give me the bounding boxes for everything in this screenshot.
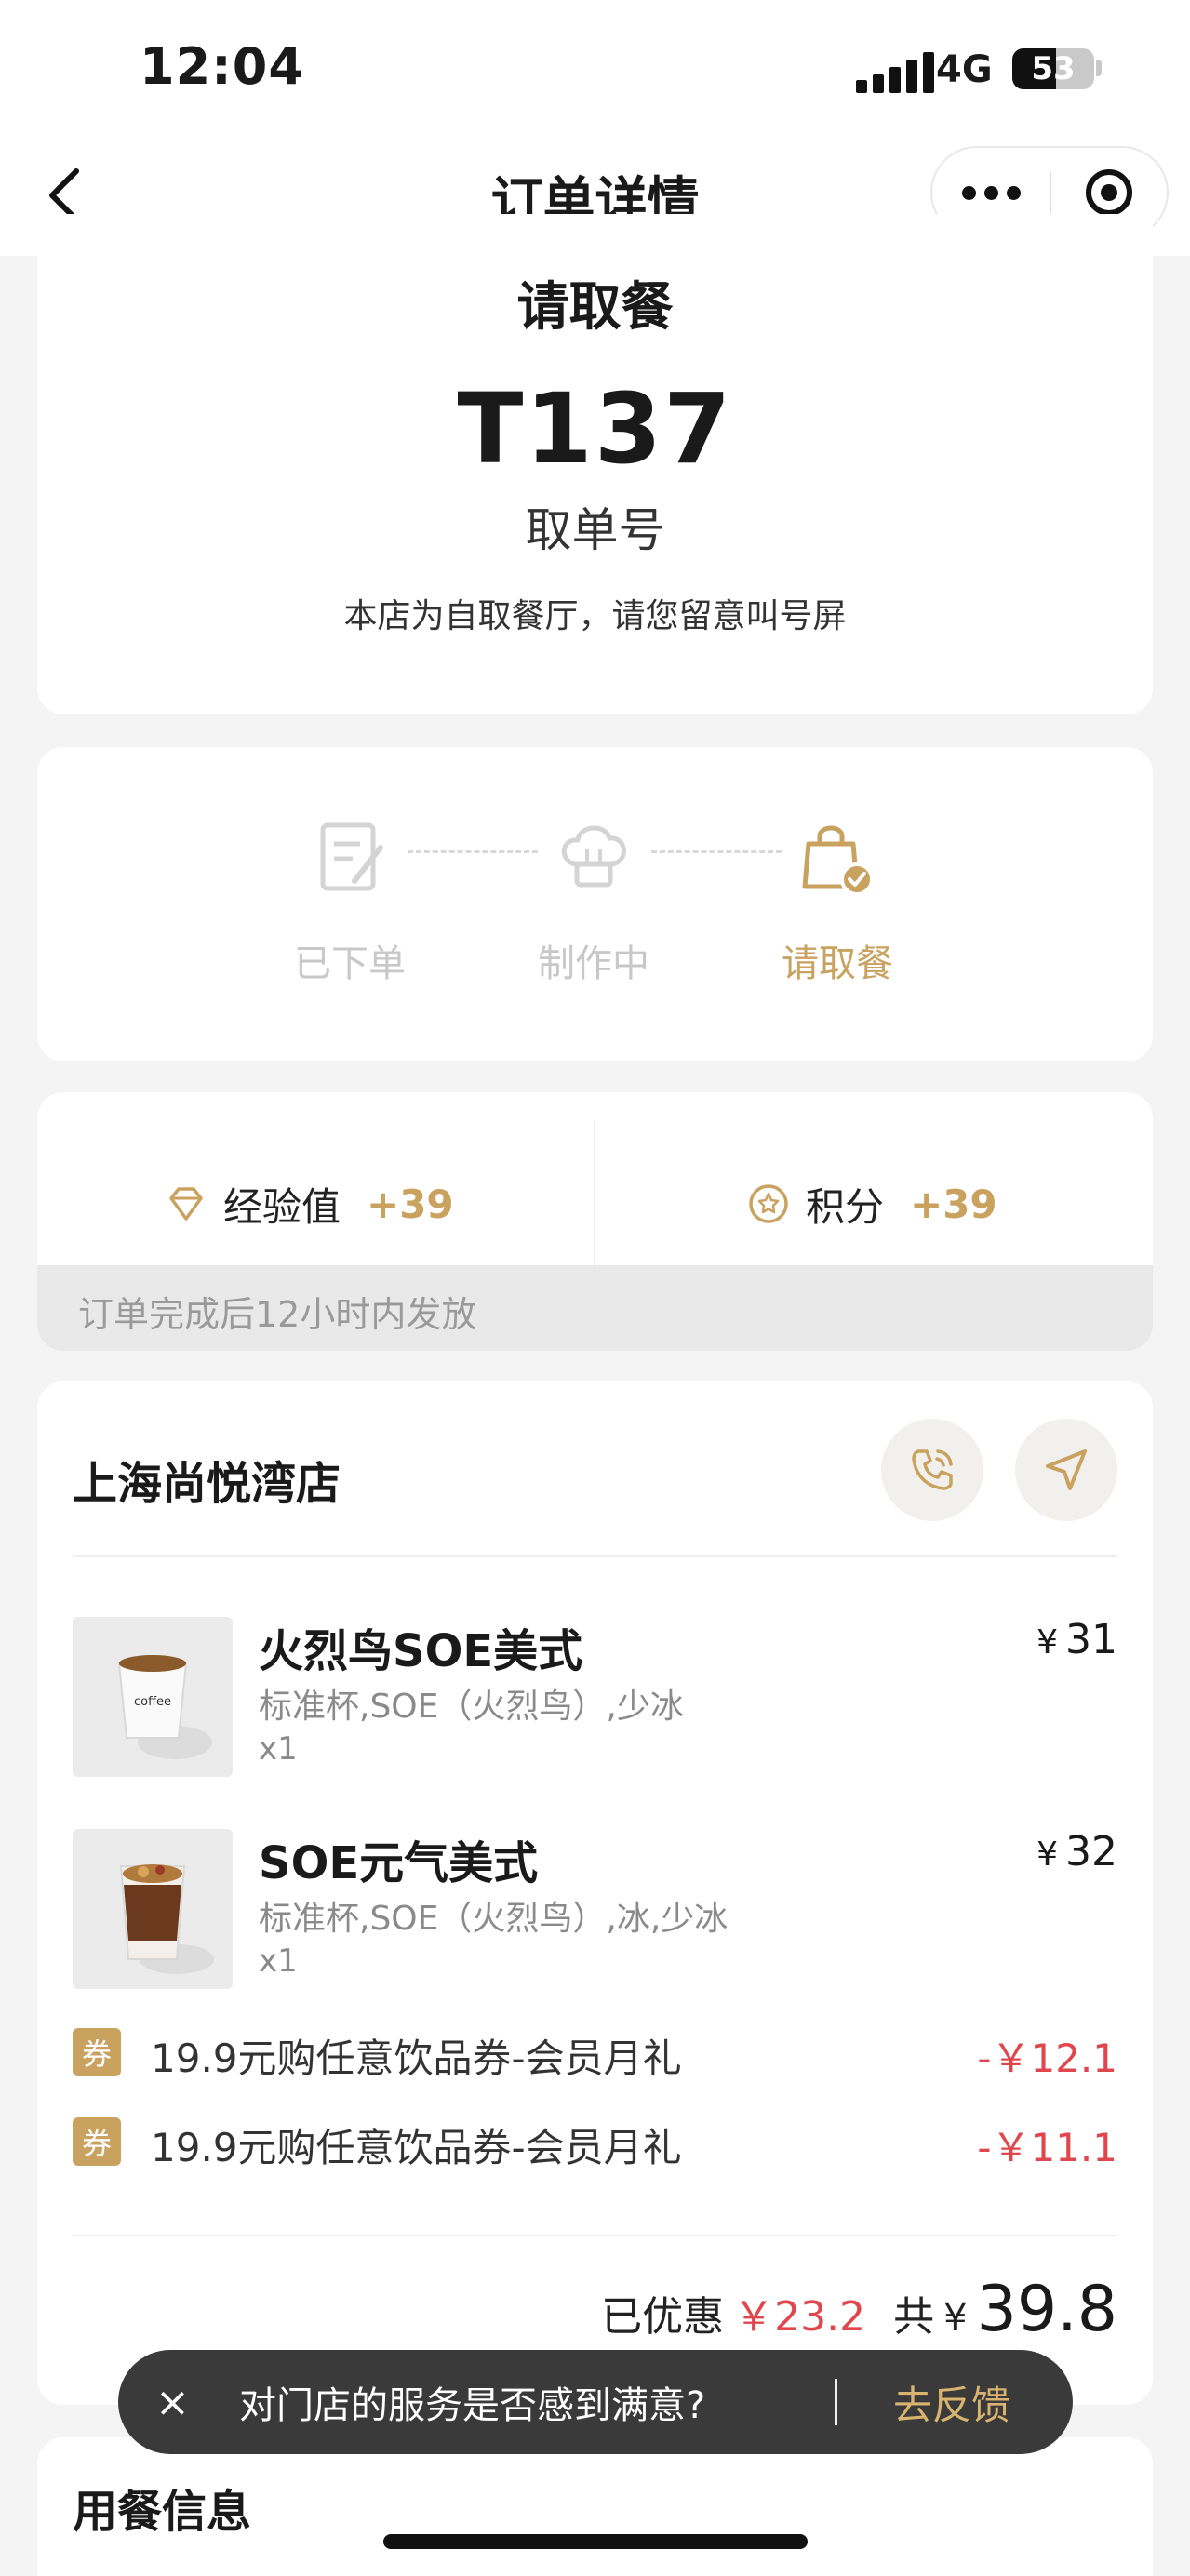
product-price: ¥31	[1036, 1616, 1117, 1663]
battery-level: 53	[1031, 50, 1076, 87]
exp-stat: 经验值 +39	[164, 1157, 454, 1250]
points-value: +39	[910, 1181, 997, 1227]
discount-label: 已优惠	[601, 2293, 725, 2341]
product-name: 火烈鸟SOE美式	[259, 1625, 583, 1677]
coupon-amount: -￥11.1	[977, 2125, 1117, 2170]
divider	[73, 1555, 1117, 1557]
total-currency: ¥	[943, 2297, 968, 2340]
feedback-toast: × 对门店的服务是否感到满意? 去反馈	[118, 2350, 1073, 2454]
progress-step-label: 制作中	[538, 942, 649, 985]
dot-icon	[983, 185, 998, 200]
dot-icon	[1006, 185, 1021, 200]
star-badge-icon	[749, 1184, 788, 1223]
pickup-note: 本店为自取餐厅，请您留意叫号屏	[343, 597, 847, 635]
exp-label: 经验值	[223, 1183, 341, 1230]
currency-symbol: ¥	[1036, 1623, 1058, 1662]
feedback-message: 对门店的服务是否感到满意?	[239, 2384, 706, 2427]
discount-value: ￥23.2	[733, 2293, 866, 2341]
dining-info-card: 用餐信息	[37, 2437, 1153, 2576]
target-icon	[1085, 169, 1132, 216]
progress-step-pickup: 请取餐	[744, 816, 930, 987]
currency-symbol: ¥	[1036, 1835, 1058, 1874]
exp-value: +39	[367, 1181, 454, 1227]
pickup-title: 请取餐	[516, 277, 674, 338]
shopping-bag-check-icon	[796, 816, 879, 900]
diamond-icon	[169, 1187, 203, 1221]
svg-text:coffee: coffee	[134, 1695, 171, 1709]
stat-divider	[594, 1120, 595, 1288]
signal-icon	[856, 48, 934, 93]
network-type: 4G	[936, 48, 993, 91]
coupon-name: 19.9元购任意饮品券-会员月礼	[151, 2035, 682, 2081]
toast-divider	[835, 2379, 837, 2425]
product-name: SOE元气美式	[259, 1837, 539, 1889]
order-note-icon	[308, 816, 392, 900]
iced-coffee-image	[73, 1829, 233, 1989]
pickup-card: 请取餐 T137 取单号 本店为自取餐厅，请您留意叫号屏	[37, 214, 1153, 714]
battery-tip	[1096, 60, 1102, 76]
progress-step-label: 已下单	[294, 942, 406, 985]
rewards-card: 经验值 +39 积分 +39 订单完成后12小时内发放	[37, 1092, 1153, 1351]
product-image: coffee	[73, 1617, 233, 1777]
points-stat: 积分 +39	[746, 1157, 997, 1250]
order-detail-card: 上海尚悦湾店 coffee 火烈鸟SOE美式 标准杯,SOE（火烈鸟）,少冰 x…	[37, 1381, 1153, 2405]
navigation-arrow-icon	[1046, 1449, 1087, 1490]
coupon-name: 19.9元购任意饮品券-会员月礼	[151, 2125, 682, 2170]
phone-icon	[912, 1449, 953, 1490]
product-quantity: x1	[259, 1942, 298, 1980]
chef-hat-icon	[552, 816, 635, 900]
dining-info-title: 用餐信息	[73, 2486, 252, 2538]
home-indicator[interactable]	[383, 2534, 808, 2549]
coffee-cup-image: coffee	[73, 1617, 233, 1777]
total-label: 共	[893, 2293, 935, 2341]
points-label: 积分	[806, 1183, 885, 1230]
divider	[73, 2235, 1117, 2236]
coupon-tag: 券	[73, 2028, 121, 2076]
coupon-tag: 券	[73, 2117, 121, 2166]
feedback-button[interactable]: 去反馈	[893, 2374, 1010, 2431]
product-options: 标准杯,SOE（火烈鸟）,少冰	[259, 1688, 684, 1726]
store-name: 上海尚悦湾店	[73, 1458, 341, 1510]
product-image	[73, 1829, 233, 1989]
rewards-note: 订单完成后12小时内发放	[37, 1265, 1153, 1351]
coupon-amount: -￥12.1	[977, 2035, 1117, 2081]
order-progress-card: 已下单 制作中 请取餐	[37, 747, 1153, 1061]
navigate-button[interactable]	[1015, 1419, 1117, 1521]
price-value: 31	[1065, 1616, 1117, 1663]
product-quantity: x1	[259, 1730, 298, 1768]
progress-step-label: 请取餐	[782, 942, 893, 985]
close-icon[interactable]: ×	[155, 2379, 239, 2426]
product-price: ¥32	[1036, 1828, 1117, 1875]
order-total: 已优惠 ￥23.2 共 ¥ 39.8	[601, 2273, 1117, 2346]
dot-icon	[961, 185, 976, 200]
battery-icon: 53	[1012, 48, 1094, 89]
pickup-number-label: 取单号	[525, 503, 665, 557]
pickup-number: T137	[457, 372, 733, 486]
call-store-button[interactable]	[881, 1419, 983, 1521]
status-time: 12:04	[140, 37, 304, 96]
progress-step-ordered: 已下单	[257, 816, 443, 987]
product-options: 标准杯,SOE（火烈鸟）,冰,少冰	[259, 1900, 729, 1938]
progress-step-making: 制作中	[501, 816, 687, 987]
price-value: 32	[1065, 1828, 1117, 1875]
total-value: 39.8	[976, 2273, 1117, 2346]
